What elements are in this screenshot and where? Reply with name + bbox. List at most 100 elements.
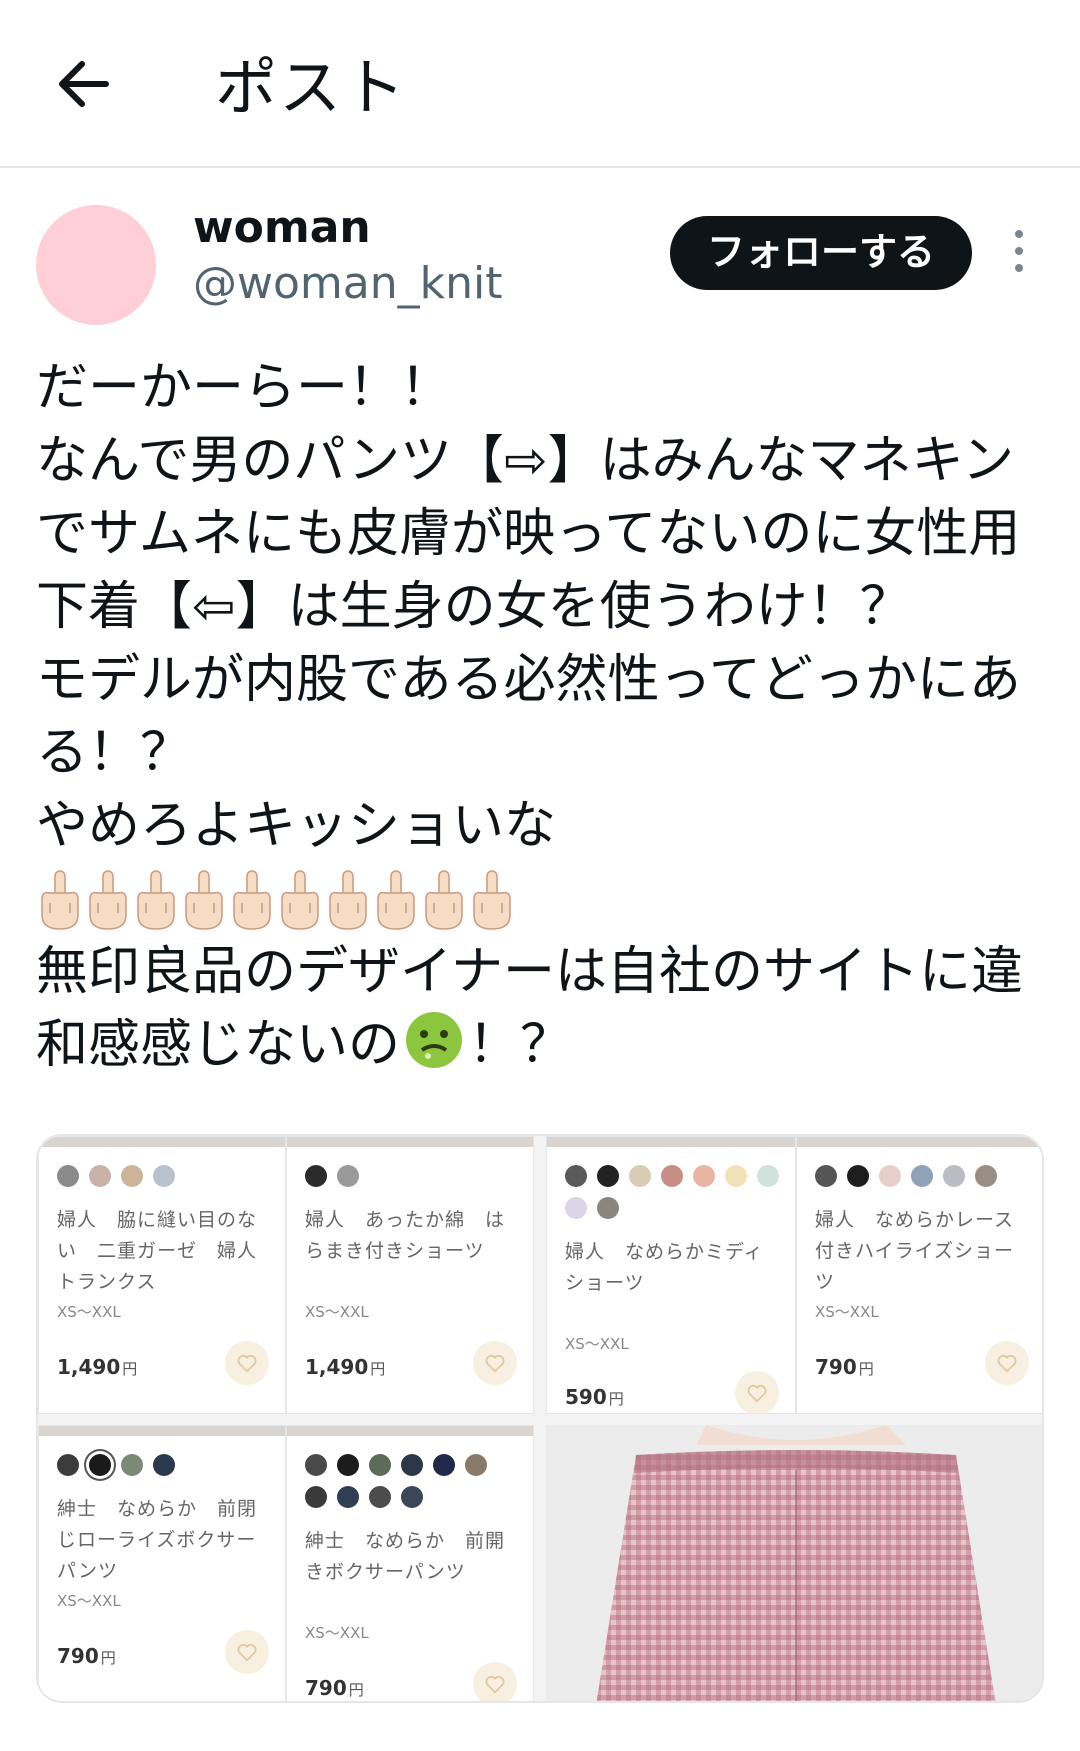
color-swatch[interactable] xyxy=(369,1486,391,1508)
post-line: 下着【⇦】は生身の女を使うわけ！？ xyxy=(36,577,912,637)
middle-finger-icon xyxy=(89,870,127,930)
color-swatch[interactable] xyxy=(975,1165,997,1187)
product-size: XS～XXL xyxy=(305,1624,369,1642)
color-swatch[interactable] xyxy=(629,1165,651,1187)
product-price: 1,490 円 xyxy=(57,1355,137,1379)
favorite-heart-icon[interactable] xyxy=(225,1341,269,1385)
price-currency: 円 xyxy=(348,1681,364,1699)
price-value: 1,490 xyxy=(305,1355,369,1379)
color-swatch[interactable] xyxy=(369,1454,391,1476)
post-media[interactable]: 婦人 脇に縫い目のない 二重ガーゼ 婦人トランクス XS～XXL 1,490 円 婦人… xyxy=(36,1134,1044,1703)
color-swatch[interactable] xyxy=(565,1165,587,1187)
favorite-heart-icon[interactable] xyxy=(985,1341,1029,1385)
color-swatch[interactable] xyxy=(465,1454,487,1476)
nauseated-face-icon xyxy=(406,1012,463,1068)
color-swatches xyxy=(305,1454,517,1508)
color-swatch[interactable] xyxy=(337,1486,359,1508)
color-swatch[interactable] xyxy=(89,1454,111,1476)
page-title: ポスト xyxy=(215,51,408,124)
color-swatch[interactable] xyxy=(815,1165,837,1187)
color-swatch[interactable] xyxy=(693,1165,715,1187)
color-swatch[interactable] xyxy=(911,1165,933,1187)
middle-finger-icon xyxy=(233,870,271,930)
color-swatch[interactable] xyxy=(121,1454,143,1476)
product-name: 婦人 なめらかレース付きハイライズショーツ xyxy=(815,1209,1015,1293)
post-text-segment: 和感感じないの xyxy=(36,1015,401,1075)
product-card: 紳士 なめらか 前開きボクサーパンツ XS～XXL 790 円 xyxy=(286,1425,534,1701)
color-swatch[interactable] xyxy=(57,1454,79,1476)
post-line: モデルが内股である必然性ってどっかにあ xyxy=(36,650,1021,710)
product-name: 婦人 あったか綿 はらまき付きショーツ xyxy=(305,1209,506,1262)
product-photo-strip xyxy=(547,1137,795,1147)
color-swatch[interactable] xyxy=(847,1165,869,1187)
post-line: でサムネにも皮膚が映ってないのに女性用 xyxy=(36,504,1021,564)
color-swatch[interactable] xyxy=(89,1165,111,1187)
price-value: 1,490 xyxy=(57,1355,121,1379)
avatar[interactable] xyxy=(36,205,156,325)
color-swatch[interactable] xyxy=(153,1454,175,1476)
color-swatch[interactable] xyxy=(597,1165,619,1187)
favorite-heart-icon[interactable] xyxy=(225,1630,269,1674)
favorite-heart-icon[interactable] xyxy=(735,1371,779,1413)
color-swatch[interactable] xyxy=(401,1486,423,1508)
more-options-button[interactable] xyxy=(1005,230,1033,274)
color-swatch[interactable] xyxy=(565,1197,587,1219)
color-swatch[interactable] xyxy=(661,1165,683,1187)
middle-finger-icon xyxy=(185,870,223,930)
post-line: 無印良品のデザイナーは自社のサイトに違 xyxy=(36,942,1023,1002)
product-name: 紳士 なめらか 前閉じローライズボクサーパンツ xyxy=(57,1498,258,1582)
middle-finger-icon xyxy=(281,870,319,930)
product-price: 590 円 xyxy=(565,1385,624,1409)
media-image-2[interactable]: 婦人 なめらかミディショーツ XS～XXL 590 円 婦人 なめらかレース付きハイラ… xyxy=(546,1136,1042,1414)
color-swatch[interactable] xyxy=(337,1454,359,1476)
color-swatch[interactable] xyxy=(943,1165,965,1187)
color-swatch[interactable] xyxy=(337,1165,359,1187)
post-line: なんで男のパンツ【⇨】はみんなマネキン xyxy=(36,431,1015,491)
post-text-segment: ！？ xyxy=(468,1015,573,1075)
middle-finger-icon xyxy=(473,870,511,930)
middle-finger-icon xyxy=(329,870,367,930)
favorite-heart-icon[interactable] xyxy=(473,1662,517,1701)
favorite-heart-icon[interactable] xyxy=(473,1341,517,1385)
color-swatch[interactable] xyxy=(121,1165,143,1187)
color-swatch[interactable] xyxy=(433,1454,455,1476)
media-image-4[interactable] xyxy=(546,1425,1042,1701)
price-value: 790 xyxy=(815,1355,857,1379)
price-value: 790 xyxy=(305,1676,347,1700)
display-name[interactable]: woman xyxy=(193,202,371,254)
product-card: 婦人 あったか綿 はらまき付きショーツ XS～XXL 1,490 円 xyxy=(286,1136,534,1414)
product-price: 790 円 xyxy=(57,1644,116,1668)
color-swatch[interactable] xyxy=(153,1165,175,1187)
middle-finger-icon xyxy=(137,870,175,930)
back-button[interactable] xyxy=(52,52,116,116)
emoji-line: 🖕🏻🖕🏻🖕🏻🖕🏻🖕🏻🖕🏻🖕🏻🖕🏻🖕🏻🖕🏻 xyxy=(36,863,1046,936)
product-photo-strip xyxy=(287,1426,533,1436)
color-swatch[interactable] xyxy=(401,1454,423,1476)
media-image-3[interactable]: 紳士 なめらか 前閉じローライズボクサーパンツ XS～XXL 790 円 紳士 なめら… xyxy=(38,1425,534,1701)
color-swatch[interactable] xyxy=(597,1197,619,1219)
color-swatches xyxy=(57,1454,269,1476)
color-swatch[interactable] xyxy=(879,1165,901,1187)
product-size: XS～XXL xyxy=(57,1592,121,1610)
price-currency: 円 xyxy=(858,1360,874,1378)
product-size: XS～XXL xyxy=(57,1303,121,1321)
product-name: 紳士 なめらか 前開きボクサーパンツ xyxy=(305,1530,506,1583)
media-image-1[interactable]: 婦人 脇に縫い目のない 二重ガーゼ 婦人トランクス XS～XXL 1,490 円 婦人… xyxy=(38,1136,534,1414)
follow-button[interactable]: フォローする xyxy=(670,216,972,290)
color-swatch[interactable] xyxy=(757,1165,779,1187)
color-swatch[interactable] xyxy=(305,1165,327,1187)
product-size: XS～XXL xyxy=(815,1303,879,1321)
price-value: 790 xyxy=(57,1644,99,1668)
post-last-line: 和感感じないの ！？ xyxy=(36,1009,1046,1082)
color-swatch[interactable] xyxy=(57,1165,79,1187)
color-swatch[interactable] xyxy=(725,1165,747,1187)
middle-finger-icon xyxy=(41,870,79,930)
product-price: 790 円 xyxy=(305,1676,364,1700)
product-name: 婦人 なめらかミディショーツ xyxy=(565,1241,764,1294)
product-photo-strip xyxy=(287,1137,533,1147)
more-vertical-icon xyxy=(1005,230,1033,272)
color-swatch[interactable] xyxy=(305,1486,327,1508)
product-photo-strip xyxy=(39,1426,285,1436)
color-swatch[interactable] xyxy=(305,1454,327,1476)
user-handle[interactable]: @woman_knit xyxy=(193,258,502,310)
